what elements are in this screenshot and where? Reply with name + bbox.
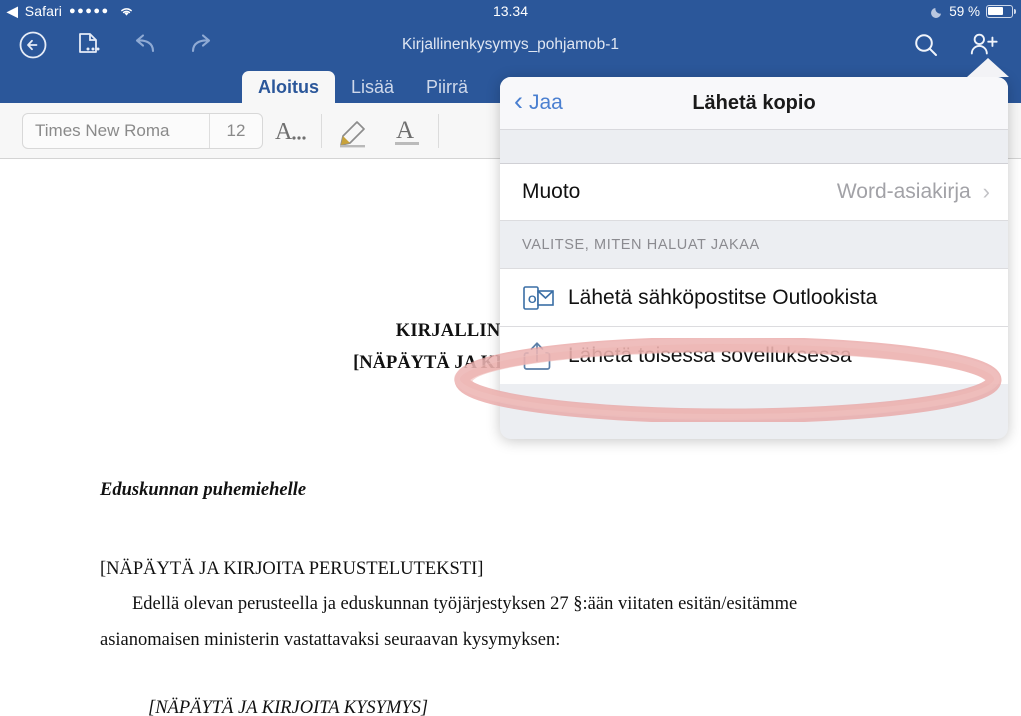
format-row[interactable]: Muoto Word-asiakirja › <box>500 164 1008 221</box>
popover-header: ‹ Jaa Lähetä kopio <box>500 77 1008 130</box>
popover-spacer <box>500 130 1008 164</box>
status-bar: ◀ Safari ●●●●● 13.34 59 % <box>0 0 1021 22</box>
share-option-outlook[interactable]: O Lähetä sähköpostitse Outlookista <box>500 268 1008 326</box>
redo-icon[interactable] <box>186 30 216 60</box>
share-icon <box>522 340 568 372</box>
format-row-label: Muoto <box>522 180 581 203</box>
svg-text:O: O <box>528 294 537 306</box>
font-color-icon[interactable]: A <box>380 109 434 153</box>
doc-paragraph-2: Edellä olevan perusteella ja eduskunnan … <box>132 594 798 614</box>
font-name-input[interactable]: Times New Roma <box>23 114 209 148</box>
wifi-icon <box>119 5 134 17</box>
nav-bar: Kirjallinenkysymys_pohjamob-1 <box>0 22 1021 67</box>
popover-back-button[interactable]: ‹ Jaa <box>500 86 563 116</box>
share-option-other-app-label: Lähetä toisessa sovelluksessa <box>568 343 852 367</box>
nav-bar-right-actions <box>911 30 1021 60</box>
doc-paragraph-3: asianomaisen ministerin vastattavaksi se… <box>100 630 561 650</box>
nav-bar-left-actions <box>0 30 216 60</box>
chevron-left-icon[interactable]: ◀ <box>7 4 18 18</box>
share-option-outlook-label: Lähetä sähköpostitse Outlookista <box>568 285 878 309</box>
status-bar-left: ◀ Safari ●●●●● <box>0 3 134 19</box>
highlighter-icon[interactable] <box>326 109 380 153</box>
share-option-other-app[interactable]: Lähetä toisessa sovelluksessa <box>500 326 1008 384</box>
chevron-right-icon: › <box>982 179 990 204</box>
share-popover: ‹ Jaa Lähetä kopio Muoto Word-asiakirja … <box>500 77 1008 439</box>
doc-paragraph-recipient: Eduskunnan puhemiehelle <box>100 480 307 500</box>
popover-title: Lähetä kopio <box>692 91 816 114</box>
signal-dots-icon: ●●●●● <box>68 4 110 17</box>
font-format-icon[interactable]: A <box>263 109 317 153</box>
tab-aloitus[interactable]: Aloitus <box>242 71 335 103</box>
outlook-icon: O <box>522 283 568 313</box>
tab-piirra[interactable]: Piirrä <box>410 71 484 103</box>
share-section-header: VALITSE, MITEN HALUAT JAKAA <box>500 221 1008 268</box>
doc-paragraph-1: [NÄPÄYTÄ JA KIRJOITA PERUSTELUTEKSTI] <box>100 559 484 579</box>
status-bar-clock: 13.34 <box>492 3 529 19</box>
status-bar-back-app[interactable]: Safari <box>25 3 62 19</box>
chevron-left-icon: ‹ <box>514 86 523 116</box>
status-bar-right: 59 % <box>931 4 1021 19</box>
doc-paragraph-4: [NÄPÄYTÄ JA KIRJOITA KYSYMYS] <box>148 698 429 716</box>
battery-percent-label: 59 % <box>949 3 980 19</box>
undo-icon[interactable] <box>130 30 160 60</box>
moon-icon <box>931 5 943 18</box>
tab-lisaa[interactable]: Lisää <box>335 71 410 103</box>
toolbar-divider <box>321 113 322 148</box>
add-person-icon[interactable] <box>969 30 999 60</box>
font-picker-group: Times New Roma 12 <box>22 112 263 149</box>
file-actions-icon[interactable] <box>74 30 104 60</box>
search-icon[interactable] <box>911 30 941 60</box>
svg-text:A: A <box>396 117 414 144</box>
back-circle-icon[interactable] <box>18 30 48 60</box>
popover-back-label: Jaa <box>529 91 563 114</box>
battery-icon <box>986 4 1016 18</box>
popover-arrow <box>967 58 1009 77</box>
svg-text:A: A <box>275 119 293 145</box>
format-row-value: Word-asiakirja <box>836 180 971 203</box>
font-size-input[interactable]: 12 <box>209 113 262 148</box>
app-root: ◀ Safari ●●●●● 13.34 59 % Kirjallinenkys… <box>0 0 1021 716</box>
popover-footer <box>500 384 1008 422</box>
toolbar-divider-2 <box>438 113 439 148</box>
